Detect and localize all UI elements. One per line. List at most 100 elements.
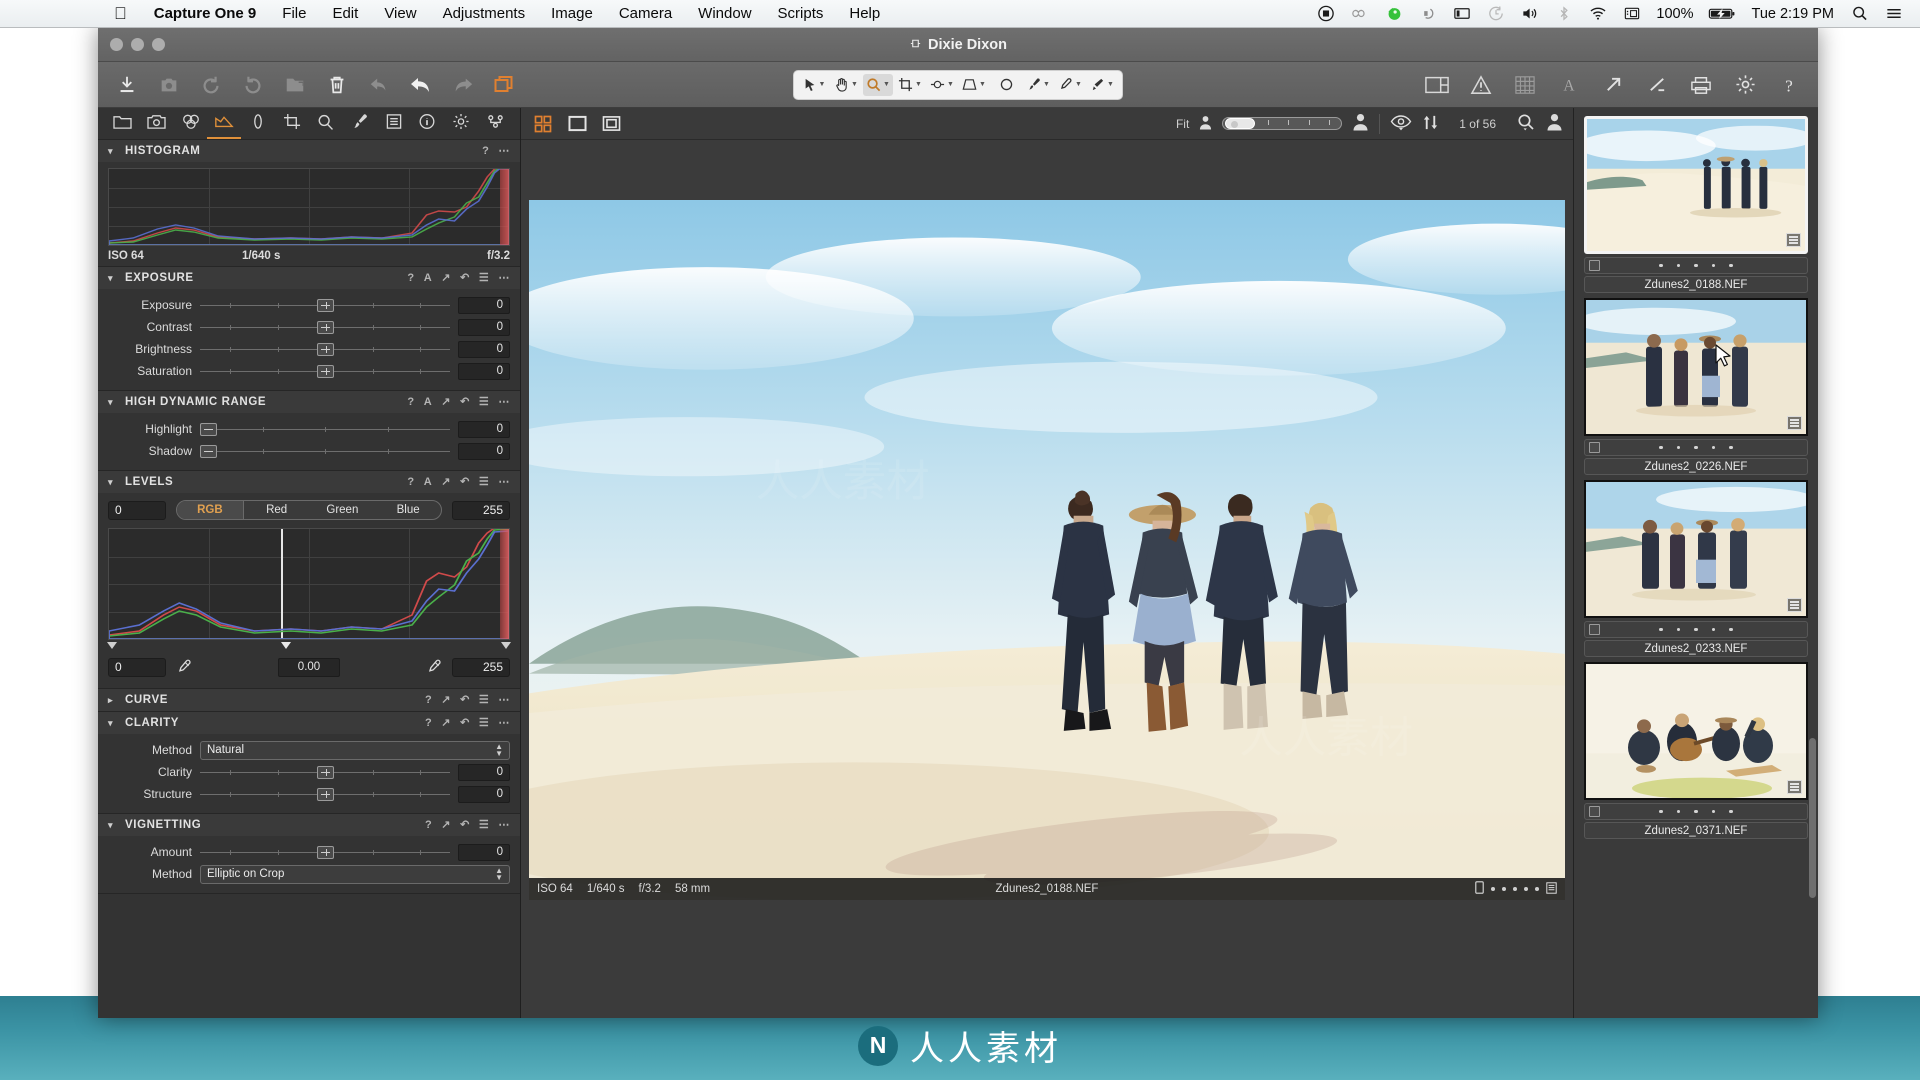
capture-tab[interactable] [144, 109, 170, 139]
vignetting-method-select[interactable]: Elliptic on Crop ▲ ▼ [200, 864, 510, 884]
select-tool[interactable]: ▼ [799, 74, 829, 96]
creative-cloud-icon[interactable] [1350, 4, 1370, 23]
batch-tab[interactable] [482, 109, 508, 139]
mobile-icon[interactable] [1475, 881, 1484, 897]
rating-dot[interactable] [1513, 887, 1517, 891]
brightness-value[interactable]: 0 [458, 340, 510, 358]
lens-tab[interactable] [245, 109, 271, 139]
output-tab[interactable] [448, 109, 474, 139]
help-icon[interactable]: ? [425, 819, 432, 831]
rating-stars[interactable] [1585, 445, 1807, 450]
highlight-slider[interactable] [200, 421, 450, 437]
browser-filmstrip[interactable]: Zdunes2_0188.NEF Zdunes2_0226.NEF Zdunes… [1573, 108, 1818, 1018]
list-item[interactable]: Zdunes2_0233.NEF [1584, 480, 1808, 657]
histogram-header[interactable]: ▾ HISTOGRAM ? ⋯ [98, 140, 520, 162]
apple-menu-icon[interactable]:  [100, 0, 141, 28]
dots-icon[interactable]: ⋯ [498, 476, 510, 488]
hdr-header[interactable]: ▾ HIGH DYNAMIC RANGE ? A ↗ ↶ ☰ ⋯ [98, 391, 520, 413]
reset-icon[interactable]: ↶ [460, 396, 470, 408]
menu-icon[interactable]: ☰ [479, 272, 489, 284]
help-icon[interactable]: ? [482, 145, 489, 157]
menu-item-window[interactable]: Window [685, 0, 764, 28]
menu-item-app[interactable]: Capture One 9 [141, 0, 270, 28]
zoom-slider[interactable] [1222, 116, 1343, 131]
reset-icon[interactable]: ↶ [460, 717, 470, 729]
rating-dot[interactable] [1491, 887, 1495, 891]
draw-mask-tool[interactable]: ▼ [1023, 74, 1053, 96]
screen-record-icon[interactable] [1316, 4, 1336, 23]
menu-icon[interactable]: ☰ [479, 396, 489, 408]
proof-view-button[interactable] [599, 113, 623, 135]
thumbnail-filename[interactable]: Zdunes2_0233.NEF [1584, 640, 1808, 657]
menu-dots-icon[interactable]: ⋯ [498, 145, 510, 157]
dots-icon[interactable]: ⋯ [498, 717, 510, 729]
spot-removal-tool[interactable] [991, 74, 1021, 96]
copy-icon[interactable]: ↗ [441, 717, 451, 729]
rotate-right-button[interactable] [240, 72, 266, 98]
menu-item-image[interactable]: Image [538, 0, 606, 28]
contrast-value[interactable]: 0 [458, 318, 510, 336]
menu-icon[interactable]: ☰ [479, 476, 489, 488]
channel-blue[interactable]: Blue [375, 501, 441, 519]
chevron-down-icon[interactable]: ▾ [108, 477, 118, 488]
import-images-button[interactable] [114, 72, 140, 98]
dots-icon[interactable]: ⋯ [498, 396, 510, 408]
clarity-method-select[interactable]: Natural ▲ ▼ [200, 740, 510, 760]
thumbnail-rating-bar[interactable] [1584, 621, 1808, 638]
exposure-header[interactable]: ▾ EXPOSURE ? A ↗ ↶ ☰ ⋯ [98, 267, 520, 289]
list-item[interactable]: Zdunes2_0226.NEF [1584, 298, 1808, 475]
dots-icon[interactable]: ⋯ [498, 272, 510, 284]
search-filter-icon[interactable] [1516, 113, 1536, 134]
thumbnail-rating-bar[interactable] [1584, 439, 1808, 456]
zoom-fit-label[interactable]: Fit [1176, 117, 1189, 131]
reset-icon[interactable]: ↶ [460, 476, 470, 488]
rating-dot[interactable] [1502, 887, 1506, 891]
levels-mid-point-handle[interactable] [280, 642, 291, 649]
menu-item-camera[interactable]: Camera [606, 0, 685, 28]
zoom-tool[interactable]: ▼ [863, 73, 893, 96]
library-tab[interactable] [110, 109, 136, 139]
saturation-slider[interactable] [200, 363, 450, 379]
dropbox-icon[interactable] [1418, 4, 1438, 23]
help-icon[interactable]: ? [425, 694, 432, 706]
structure-value[interactable]: 0 [458, 785, 510, 803]
chevron-right-icon[interactable]: ▸ [108, 695, 118, 706]
list-icon[interactable] [1884, 4, 1904, 23]
levels-header[interactable]: ▾ LEVELS ? A ↗ ↶ ☰ ⋯ [98, 471, 520, 493]
gradient-brush-tool[interactable]: ▼ [1087, 74, 1117, 96]
menu-clock[interactable]: Tue 2:19 PM [1750, 6, 1836, 22]
dots-icon[interactable]: ⋯ [498, 694, 510, 706]
levels-black-point-handle[interactable] [107, 642, 117, 649]
process-check-icon[interactable] [1644, 72, 1670, 98]
focus-mask-icon[interactable] [1512, 72, 1538, 98]
thumbnail-image[interactable] [1584, 480, 1808, 618]
gear-icon[interactable] [1732, 72, 1758, 98]
vignette-amount-slider[interactable] [200, 844, 450, 860]
thumbnail-rating-bar[interactable] [1584, 257, 1808, 274]
levels-input-high[interactable]: 255 [452, 500, 510, 520]
volume-icon[interactable] [1520, 4, 1540, 23]
help-icon[interactable]: ? [407, 396, 414, 408]
copy-icon[interactable]: ↗ [441, 396, 451, 408]
thumbnail-filename[interactable]: Zdunes2_0226.NEF [1584, 458, 1808, 475]
browser-grid-button[interactable] [531, 113, 555, 135]
eye-compare-icon[interactable] [1390, 114, 1412, 134]
help-icon[interactable]: ? [407, 476, 414, 488]
redo-button[interactable] [450, 72, 476, 98]
thumbnail-image[interactable] [1584, 662, 1808, 800]
capture-button[interactable] [156, 72, 182, 98]
menu-item-adjustments[interactable]: Adjustments [430, 0, 539, 28]
reset-icon[interactable]: ↶ [460, 694, 470, 706]
color-picker-tool[interactable]: ▼ [1055, 74, 1085, 96]
export-arrow-icon[interactable] [1600, 72, 1626, 98]
list-item[interactable]: Zdunes2_0371.NEF [1584, 662, 1808, 839]
rating-dot[interactable] [1524, 887, 1528, 891]
levels-graph[interactable] [108, 528, 510, 640]
search-icon[interactable] [1850, 4, 1870, 23]
sort-updown-icon[interactable] [1422, 114, 1439, 134]
clarity-slider[interactable] [200, 764, 450, 780]
shadow-slider[interactable] [200, 443, 450, 459]
pan-tool[interactable]: ▼ [831, 74, 861, 96]
chevron-down-icon[interactable]: ▾ [108, 718, 118, 729]
question-icon[interactable]: ? [1776, 72, 1802, 98]
